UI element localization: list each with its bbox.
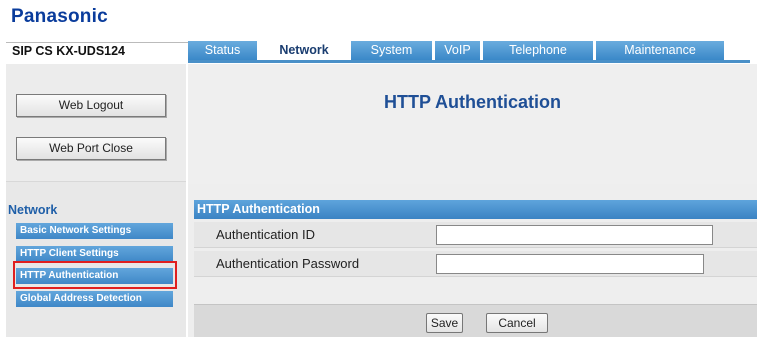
authentication-id-label: Authentication ID [216, 227, 316, 242]
web-port-close-button[interactable]: Web Port Close [16, 137, 166, 160]
page-title: HTTP Authentication [384, 92, 561, 112]
main-tab-bar: Status Network System VoIP Telephone Mai… [188, 41, 750, 63]
sidebar-button-area [6, 64, 186, 182]
web-logout-button[interactable]: Web Logout [16, 94, 166, 117]
panasonic-logo: Panasonic [11, 6, 108, 27]
form-row-authentication-id: Authentication ID [194, 222, 757, 248]
panel-header: HTTP Authentication [194, 200, 757, 219]
tab-status[interactable]: Status [188, 41, 260, 60]
tab-network[interactable]: Network [260, 41, 351, 60]
authentication-password-label: Authentication Password [216, 256, 360, 271]
selected-item-highlight [13, 261, 177, 289]
model-name: SIP CS KX-UDS124 [12, 44, 126, 58]
title-area [188, 64, 757, 184]
form-footer: Save Cancel [194, 304, 757, 337]
sidebar-item-global-address-detection[interactable]: Global Address Detection [16, 291, 173, 307]
authentication-password-input[interactable] [436, 254, 704, 274]
authentication-id-input[interactable] [436, 225, 713, 245]
tab-telephone[interactable]: Telephone [483, 41, 596, 60]
save-button[interactable]: Save [426, 313, 463, 333]
form-row-authentication-password: Authentication Password [194, 251, 757, 277]
left-sidebar: Web Logout Web Port Close Network Basic … [6, 64, 186, 337]
sidebar-item-http-client-settings[interactable]: HTTP Client Settings [16, 246, 173, 262]
tab-system[interactable]: System [351, 41, 435, 60]
cancel-button[interactable]: Cancel [486, 313, 548, 333]
main-content: HTTP Authentication HTTP Authentication … [188, 64, 757, 337]
sidebar-section-network: Network [8, 203, 58, 217]
tab-maintenance[interactable]: Maintenance [596, 41, 724, 60]
tab-voip[interactable]: VoIP [435, 41, 483, 60]
sidebar-item-basic-network-settings[interactable]: Basic Network Settings [16, 223, 173, 239]
